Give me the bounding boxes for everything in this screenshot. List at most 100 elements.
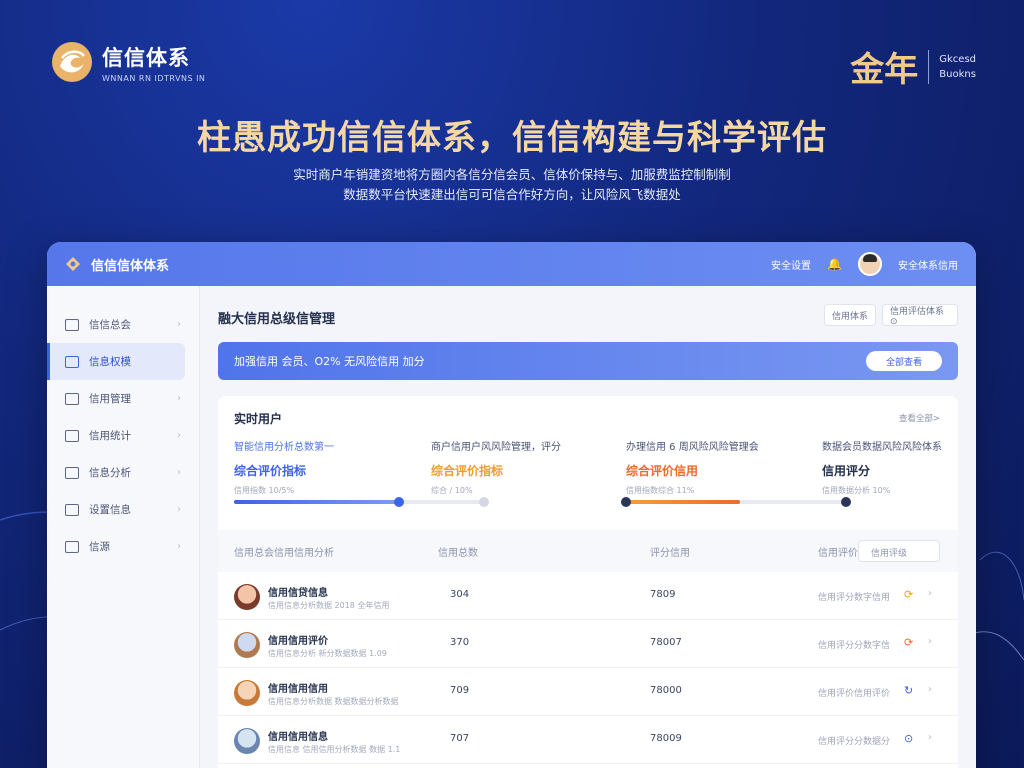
brand-name: 信信体系	[102, 45, 190, 70]
row-score: 78007	[650, 637, 682, 648]
promo-banner: 加强信用 会员、O2% 无风险信用 加分 全部查看	[218, 342, 958, 380]
source-icon	[65, 540, 79, 553]
app-topbar: 信信信体体系 安全设置 🔔 安全体系信用	[47, 242, 976, 286]
partner-name: 金年	[850, 50, 919, 90]
system-button[interactable]: 信用体系	[824, 304, 877, 326]
progress-slider-1[interactable]	[234, 497, 489, 507]
metric-head: 办理信用 6 周风险风险管理会	[626, 442, 759, 453]
metric-value: 综合评价信用	[626, 464, 699, 478]
refresh-icon[interactable]: ⊙	[904, 732, 913, 745]
user-avatar[interactable]	[858, 252, 882, 276]
user-name[interactable]: 安全体系信用	[898, 257, 958, 272]
progress-knob-1[interactable]	[394, 497, 404, 507]
chevron-right-icon: ›	[177, 541, 181, 552]
sidebar-item-label: 信息权模	[89, 356, 131, 368]
view-all-button[interactable]: 全部查看	[866, 351, 942, 371]
sidebar-item-model[interactable]: 信息权模	[47, 343, 185, 380]
row-total: 304	[450, 589, 470, 600]
refresh-icon[interactable]: ⟳	[904, 588, 913, 601]
row-total: 370	[450, 637, 470, 648]
app-title: 信信信体体系	[91, 258, 170, 274]
bell-icon[interactable]: 🔔	[827, 257, 842, 271]
page-title: 融大信用总级信管理	[218, 312, 336, 327]
chevron-right-icon[interactable]: ›	[928, 636, 932, 647]
partner-line-1: Gkcesd	[939, 53, 976, 65]
metric-head: 智能信用分析总数第一	[234, 442, 334, 453]
refresh-icon[interactable]: ↻	[904, 684, 913, 697]
chevron-right-icon[interactable]: ›	[928, 732, 932, 743]
table-row[interactable]: 信用信用评价信用信息分析 新分数据数据 1.09 370 78007 信用评分分数字信…	[218, 620, 958, 668]
analysis-icon	[65, 466, 79, 479]
metric-1: 智能信用分析总数第一 综合评价指标 信用指数 10/5%	[234, 438, 404, 496]
row-name: 信用信用信用	[268, 684, 328, 695]
subline-2: 数据数平台快速建出信可可信合作好方向，让风险风飞数据处	[343, 187, 681, 202]
brand-logo-icon	[52, 42, 92, 82]
row-subtitle: 信用信息分析数据 2018 全年信用	[268, 601, 390, 610]
table-row[interactable]: 信用信用信息 信用信息 信用信用分析数据 数据 1.1 707 78009 信用评分分数…	[218, 716, 958, 764]
table-header-cell: 评分信用	[650, 548, 690, 559]
row-evaluation: 信用评分数字信用	[818, 593, 891, 603]
chart-icon	[65, 429, 79, 442]
table-header: 信用总会信用信用分析 信用总数 评分信用 信用评价 信用评级	[218, 530, 958, 572]
metric-4: 数据会员数据风险风险体系 信用评分 信用数据分析 10%	[822, 438, 976, 496]
brand-subtitle: WNNAN RN IDTRVNS IN	[102, 73, 206, 83]
avatar	[234, 680, 260, 706]
metric-2: 商户信用户风风险管理，评分 综合评价指标 综合 / 10%	[431, 438, 601, 496]
table-row[interactable]: 信用信用信用 信用信息分析数据 数据数据分析数据 709 78000 信用评价信用评价 ↻…	[218, 668, 958, 716]
progress-slider-2[interactable]	[621, 497, 851, 507]
row-subtitle: 信用信息分析数据 数据数据分析数据	[268, 697, 399, 706]
row-subtitle: 信用信息分析 新分数据数据 1.09	[268, 649, 387, 658]
row-score: 78009	[650, 733, 682, 744]
sidebar-item-overview[interactable]: 信信总会 ›	[47, 306, 199, 343]
settings-icon	[65, 503, 79, 516]
row-name: 信用信用信息	[268, 732, 328, 743]
metric-head: 数据会员数据风险风险体系	[822, 442, 942, 453]
row-score: 78000	[650, 685, 682, 696]
progress-start-knob-2	[621, 497, 631, 507]
partner-logo: 金年 Gkcesd Buokns	[850, 42, 976, 91]
headline: 柱愚成功信信体系，信信构建与科学评估	[197, 118, 827, 158]
chevron-right-icon[interactable]: ›	[928, 588, 932, 599]
metric-3: 办理信用 6 周风险风险管理会 综合评价信用 信用指数综合 11%	[626, 438, 796, 496]
sidebar-item-label: 信源	[89, 541, 110, 553]
row-name: 信用信用评价	[268, 636, 328, 647]
chevron-right-icon: ›	[177, 393, 181, 404]
row-evaluation: 信用评分分数据分	[818, 737, 891, 747]
row-total: 707	[450, 733, 470, 744]
list-icon	[65, 392, 79, 405]
metric-note: 信用指数 10/5%	[234, 486, 295, 495]
subline-1: 实时商户年销建资地将方圈内各信分信会员、信体价保持与、加服费监控制制制	[293, 167, 731, 182]
app-logo-icon	[66, 257, 80, 271]
sidebar-item-label: 信用管理	[89, 393, 131, 405]
partner-tagline: Gkcesd Buokns	[939, 52, 976, 82]
metric-note: 信用数据分析 10%	[822, 486, 891, 495]
model-icon	[65, 355, 79, 368]
table-header-cell: 信用总会信用信用分析	[234, 548, 334, 559]
sidebar-item-analysis[interactable]: 信息分析 ›	[47, 454, 199, 491]
chevron-right-icon: ›	[177, 504, 181, 515]
progress-end-knob-2[interactable]	[841, 497, 851, 507]
sidebar-item-label: 信信总会	[89, 319, 131, 331]
chevron-right-icon[interactable]: ›	[928, 684, 932, 695]
chevron-right-icon: ›	[177, 467, 181, 478]
evaluation-system-button[interactable]: 信用评估体系 ⊙	[882, 304, 958, 327]
refresh-icon[interactable]: ⟳	[904, 636, 913, 649]
topbar-settings-link[interactable]: 安全设置	[771, 257, 811, 272]
view-all-link[interactable]: 查看全部>	[899, 412, 940, 424]
sidebar-item-settings[interactable]: 设置信息 ›	[47, 491, 199, 528]
sidebar-item-label: 信用统计	[89, 430, 131, 442]
card-title: 实时用户	[234, 412, 283, 426]
sidebar-item-source[interactable]: 信源 ›	[47, 528, 199, 565]
sidebar: 信信总会 › 信息权模 信用管理 › 信用统计 › 信息分析 › 设置信息 ›	[47, 286, 200, 768]
row-evaluation: 信用评分分数字信	[818, 641, 891, 651]
sidebar-item-label: 信息分析	[89, 467, 131, 479]
table-row[interactable]: 信用信贷信息 信用信息分析数据 2018 全年信用 304 7809 信用评分数字信用 ⟳…	[218, 572, 958, 620]
row-score: 7809	[650, 589, 676, 600]
realtime-users-card: 实时用户 查看全部> 智能信用分析总数第一 综合评价指标 信用指数 10/5% …	[218, 396, 958, 768]
table-header-cell: 信用评价	[818, 548, 858, 559]
sidebar-item-manage[interactable]: 信用管理 ›	[47, 380, 199, 417]
row-total: 709	[450, 685, 470, 696]
sidebar-item-stats[interactable]: 信用统计 ›	[47, 417, 199, 454]
metric-value: 信用评分	[822, 464, 871, 478]
filter-input[interactable]: 信用评级	[858, 540, 940, 562]
